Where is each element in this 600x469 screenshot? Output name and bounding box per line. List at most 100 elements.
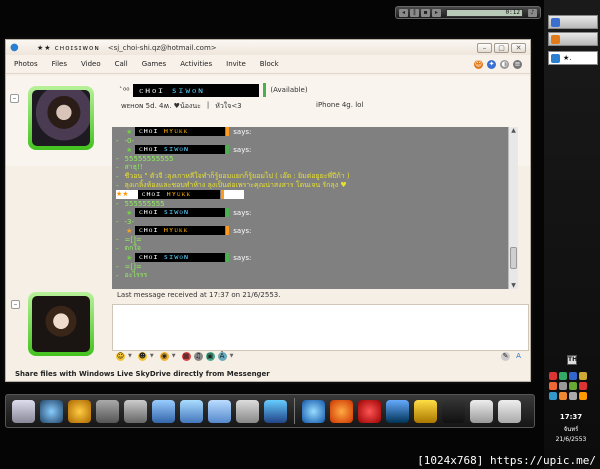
window-title-email: <sj_choi-shi.qz@hotmail.com> bbox=[107, 43, 217, 52]
self-avatar[interactable] bbox=[28, 292, 94, 356]
chat-line: ★ ᴄʜᴏɪ sɪwᴏɴ says: bbox=[112, 145, 518, 154]
scroll-thumb[interactable] bbox=[510, 247, 517, 269]
menu-video[interactable]: Video bbox=[74, 60, 108, 68]
messenger-logo-icon: ● bbox=[10, 42, 19, 53]
emoticon-icon[interactable]: ☺ bbox=[116, 351, 125, 361]
says-label: says: bbox=[233, 145, 252, 154]
opera-icon[interactable] bbox=[358, 399, 381, 423]
background-icon[interactable]: ▦ bbox=[181, 351, 191, 361]
documents-folder-icon[interactable] bbox=[152, 399, 175, 423]
sender-star-icon: ★ bbox=[126, 226, 133, 235]
palette-icon[interactable]: ◐ bbox=[500, 59, 509, 69]
firefox-dock-icon[interactable] bbox=[330, 399, 353, 423]
tray-icon-3[interactable] bbox=[569, 372, 577, 380]
contact-avatar[interactable] bbox=[28, 86, 94, 150]
pause-icon[interactable]: ‖ bbox=[410, 8, 419, 17]
tray-icon-10[interactable] bbox=[559, 392, 567, 400]
chat-scrollbar[interactable]: ▲ ▼ bbox=[508, 127, 518, 289]
chat-bullet: - bbox=[116, 136, 119, 145]
recycle-bin-icon[interactable] bbox=[498, 399, 521, 423]
ie-icon[interactable] bbox=[302, 399, 325, 423]
font-icon[interactable]: Ā bbox=[217, 351, 227, 361]
close-button[interactable]: ✕ bbox=[511, 42, 526, 53]
music-folder-icon[interactable] bbox=[208, 399, 231, 423]
settings-icon[interactable]: ≡ bbox=[513, 59, 522, 69]
utility-icon[interactable] bbox=[470, 399, 493, 423]
sender-status-bar bbox=[226, 226, 230, 235]
menu-activities[interactable]: Activities bbox=[173, 60, 219, 68]
tray-icon-6[interactable] bbox=[559, 382, 567, 390]
menu-games[interactable]: Games bbox=[135, 60, 174, 68]
tray-icon-9[interactable] bbox=[549, 392, 557, 400]
compose-toolbar: ☺ ▼ ☻ ▼ ◉ ▼ ▦ ♫ ▣ Ā ▼ ✎ A bbox=[112, 350, 529, 362]
vlc-icon[interactable] bbox=[68, 399, 91, 423]
forward-icon[interactable]: ▸ bbox=[432, 8, 441, 17]
tray-icon-5[interactable] bbox=[549, 382, 557, 390]
skydrive-promo[interactable]: Share files with Windows Live SkyDrive d… bbox=[15, 370, 270, 378]
psm-right: หัวใจ<3 bbox=[215, 102, 242, 110]
collapse-contact-button[interactable]: – bbox=[10, 94, 19, 103]
chat-line: ★ ᴄʜᴏɪ sɪwᴏɴ says: bbox=[112, 208, 518, 217]
tray-icon-8[interactable] bbox=[579, 382, 587, 390]
photoshop-icon[interactable] bbox=[386, 399, 409, 423]
side-item-messenger[interactable]: ★. bbox=[548, 51, 598, 65]
nudge-icon[interactable]: ◉ bbox=[159, 351, 169, 361]
minimize-button[interactable]: – bbox=[477, 42, 492, 53]
tray-icon-1[interactable] bbox=[549, 372, 557, 380]
scroll-up-icon[interactable]: ▲ bbox=[510, 127, 517, 134]
scroll-down-icon[interactable]: ▼ bbox=[510, 282, 517, 289]
side-item-1[interactable] bbox=[548, 15, 598, 29]
chat-history[interactable]: ★ ᴄʜᴏɪ ʜʏᴜᴋᴋ says: - -0- ★ ᴄʜᴏɪ sɪwᴏɴ says: -555… bbox=[112, 127, 518, 289]
menu-files[interactable]: Files bbox=[45, 60, 74, 68]
flashget-icon[interactable] bbox=[414, 399, 437, 423]
clock-time[interactable]: 17:37 bbox=[551, 413, 591, 421]
contacts-icon[interactable]: ☺ bbox=[474, 59, 483, 69]
language-badge[interactable]: TH bbox=[567, 355, 577, 365]
wink-icon[interactable]: ☻ bbox=[137, 351, 147, 361]
text-mode-icon[interactable]: A bbox=[514, 352, 523, 361]
self-sender: ★★ ᴄʜᴏɪ ʜʏᴜᴋᴋ bbox=[116, 190, 244, 199]
rewind-icon[interactable]: ◂ bbox=[399, 8, 408, 17]
sender-status-bar bbox=[226, 208, 230, 217]
drive-icon[interactable] bbox=[96, 399, 119, 423]
maximize-button[interactable]: ▢ bbox=[494, 42, 509, 53]
stop-icon[interactable]: ▪ bbox=[421, 8, 430, 17]
title-bar[interactable]: ● ★★ ᴄʜᴏɪsɪwᴏɴ <sj_choi-shi.qz@hotmail.c… bbox=[6, 40, 530, 55]
network-drive-icon[interactable] bbox=[124, 399, 147, 423]
side-item-2[interactable] bbox=[548, 32, 598, 46]
message-compose-input[interactable] bbox=[112, 304, 529, 351]
volume-icon[interactable]: ♪ bbox=[528, 8, 537, 17]
windows-flag-icon[interactable]: ✦ bbox=[487, 59, 496, 69]
handwriting-icon[interactable]: ✎ bbox=[501, 351, 510, 361]
pictures-folder-icon[interactable] bbox=[180, 399, 203, 423]
chat-message-text: 555555555 bbox=[124, 199, 165, 208]
collapse-self-button[interactable]: – bbox=[11, 300, 20, 309]
tools-icon[interactable] bbox=[236, 399, 259, 423]
dock-separator bbox=[294, 398, 295, 424]
chat-sender: ★ ᴄʜᴏɪ ʜʏᴜᴋᴋ says: bbox=[126, 226, 251, 235]
tray-icon-2[interactable] bbox=[559, 372, 567, 380]
photo-share-icon[interactable]: ▣ bbox=[205, 351, 215, 361]
sender-name-block: ᴄʜᴏɪ ʜʏᴜᴋᴋ bbox=[135, 127, 226, 136]
psm-left: ᴡᴇʜᴏɴ 5d. 4ʍ. ♥น้องนะ bbox=[121, 102, 201, 110]
tray-icon-12[interactable] bbox=[579, 392, 587, 400]
computer-icon[interactable] bbox=[12, 399, 35, 423]
chat-bullet: - bbox=[116, 154, 119, 163]
menu-block[interactable]: Block bbox=[253, 60, 286, 68]
sender-name-block: ᴄʜᴏɪ sɪwᴏɴ bbox=[135, 145, 226, 154]
tray-icon-7[interactable] bbox=[569, 382, 577, 390]
network-globe-icon[interactable] bbox=[40, 399, 63, 423]
kmplayer-icon[interactable] bbox=[264, 399, 287, 423]
tray-icon-11[interactable] bbox=[569, 392, 577, 400]
psm-separator: | bbox=[206, 101, 210, 109]
shirt-icon[interactable] bbox=[442, 399, 465, 423]
tray-icon-4[interactable] bbox=[579, 372, 587, 380]
messenger-icon bbox=[551, 54, 560, 63]
media-time: 0:12 bbox=[446, 8, 523, 17]
menu-call[interactable]: Call bbox=[108, 60, 135, 68]
chat-bullet: - bbox=[116, 217, 119, 226]
voice-clip-icon[interactable]: ♫ bbox=[193, 351, 203, 361]
chat-sender: ★ ᴄʜᴏɪ sɪwᴏɴ says: bbox=[126, 145, 251, 154]
menu-invite[interactable]: Invite bbox=[219, 60, 253, 68]
menu-photos[interactable]: Photos bbox=[14, 60, 45, 68]
